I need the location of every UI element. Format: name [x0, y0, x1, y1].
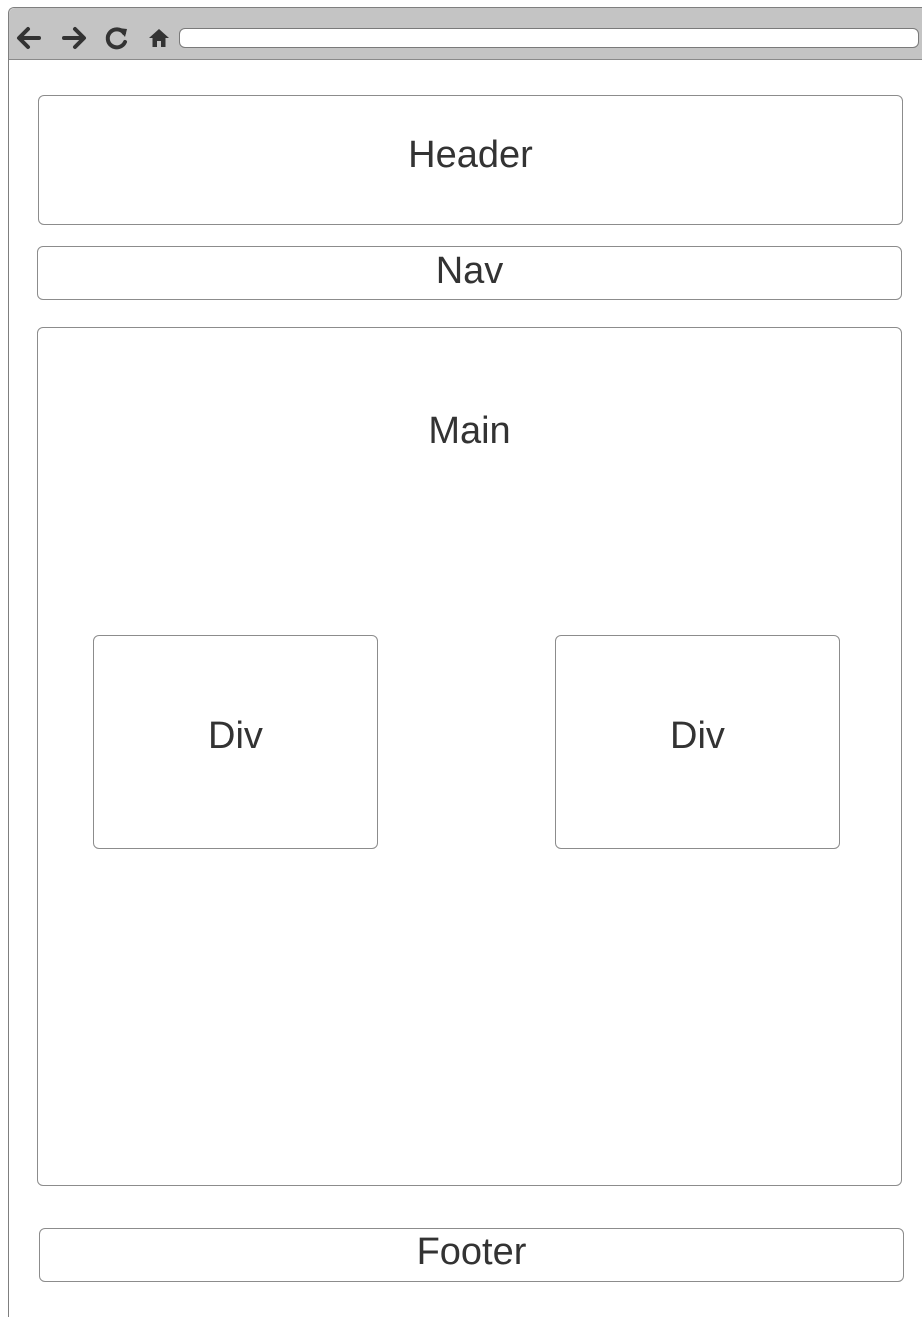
div-box-right: Div: [555, 635, 840, 849]
back-arrow-icon[interactable]: [14, 23, 44, 53]
footer-section: Footer: [39, 1228, 904, 1282]
nav-label: Nav: [435, 250, 504, 292]
header-label: Header: [408, 134, 533, 176]
nav-section: Nav: [37, 246, 902, 300]
home-icon[interactable]: [144, 23, 174, 53]
footer-label: Footer: [416, 1231, 527, 1273]
div-left-label: Div: [208, 715, 263, 757]
address-bar-input[interactable]: [179, 28, 919, 48]
div-box-left: Div: [93, 635, 378, 849]
div-right-label: Div: [670, 715, 725, 757]
header-section: Header: [38, 95, 903, 225]
forward-arrow-icon[interactable]: [59, 23, 89, 53]
main-label: Main: [428, 410, 511, 452]
browser-toolbar: [9, 8, 922, 60]
main-section: Main Div Div: [37, 327, 902, 1186]
reload-icon[interactable]: [102, 23, 132, 53]
